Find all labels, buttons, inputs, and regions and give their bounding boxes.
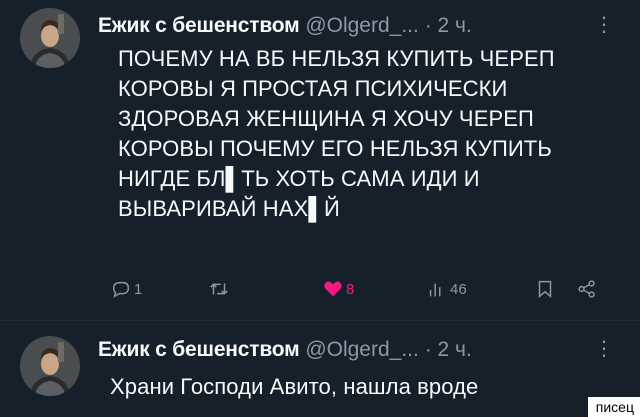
tweet-text-line: ЗДОРОВАЯ ЖЕНЩИНА Я ХОЧУ ЧЕРЕП — [118, 106, 534, 131]
tweet-divider — [0, 320, 640, 321]
more-options-icon[interactable]: ⋮ — [594, 336, 614, 361]
retweet-button[interactable] — [208, 278, 232, 300]
tweet-text-line: ВЫВАРИВАЙ НАХ▌Й — [118, 196, 340, 221]
reply-icon — [112, 281, 130, 298]
separator-dot: · — [424, 14, 432, 37]
author-handle[interactable]: @Olgerd_... — [305, 338, 419, 361]
avatar-image — [20, 8, 80, 68]
watermark: писец — [587, 397, 640, 417]
more-options-icon[interactable]: ⋮ — [594, 12, 614, 37]
tweet-text-line: КОРОВЫ ПОЧЕМУ ЕГО НЕЛЬЗЯ КУПИТЬ — [118, 136, 552, 161]
tweet-text-line: НИГДЕ БЛ▌ТЬ ХОТЬ САМА ИДИ И — [118, 166, 480, 191]
like-button[interactable]: 8 — [322, 278, 354, 300]
views-button[interactable]: 46 — [426, 278, 467, 300]
avatar[interactable] — [20, 336, 80, 396]
avatar-image — [20, 336, 80, 396]
avatar[interactable] — [20, 8, 80, 68]
heart-icon — [324, 281, 342, 297]
tweet-text-line: Храни Господи Авито, нашла вроде — [110, 374, 479, 399]
share-button[interactable] — [576, 278, 598, 300]
tweet[interactable]: Ежик с бешенством @Olgerd_... · 2 ч. ⋮ Х… — [0, 322, 640, 417]
tweet-text-line: КОРОВЫ Я ПРОСТАЯ ПСИХИЧЕСКИ — [118, 76, 508, 101]
views-count: 46 — [450, 280, 467, 298]
tweet-text: ПОЧЕМУ НА ВБ НЕЛЬЗЯ КУПИТЬ ЧЕРЕП КОРОВЫ … — [118, 44, 628, 224]
reply-count: 1 — [134, 280, 143, 298]
tweet-header: Ежик с бешенством @Olgerd_... · 2 ч. — [98, 14, 472, 38]
timestamp[interactable]: 2 ч. — [438, 14, 472, 37]
author-name[interactable]: Ежик с бешенством — [98, 14, 300, 37]
tweet-header: Ежик с бешенством @Olgerd_... · 2 ч. — [98, 338, 472, 362]
author-handle[interactable]: @Olgerd_... — [305, 14, 419, 37]
timestamp[interactable]: 2 ч. — [438, 338, 472, 361]
bookmark-icon — [538, 280, 552, 298]
author-name[interactable]: Ежик с бешенством — [98, 338, 300, 361]
tweet-text-line: ПОЧЕМУ НА ВБ НЕЛЬЗЯ КУПИТЬ ЧЕРЕП — [118, 46, 555, 71]
bookmark-button[interactable] — [534, 278, 556, 300]
tweet-text: Храни Господи Авито, нашла вроде — [110, 372, 620, 402]
tweet-actions: 1 8 46 — [110, 278, 610, 306]
share-icon — [578, 280, 595, 298]
retweet-icon — [210, 283, 228, 295]
like-count: 8 — [346, 280, 355, 298]
separator-dot: · — [424, 338, 432, 361]
reply-button[interactable]: 1 — [110, 278, 142, 300]
views-icon — [429, 283, 441, 297]
tweet[interactable]: Ежик с бешенством @Olgerd_... · 2 ч. ⋮ П… — [0, 0, 640, 320]
